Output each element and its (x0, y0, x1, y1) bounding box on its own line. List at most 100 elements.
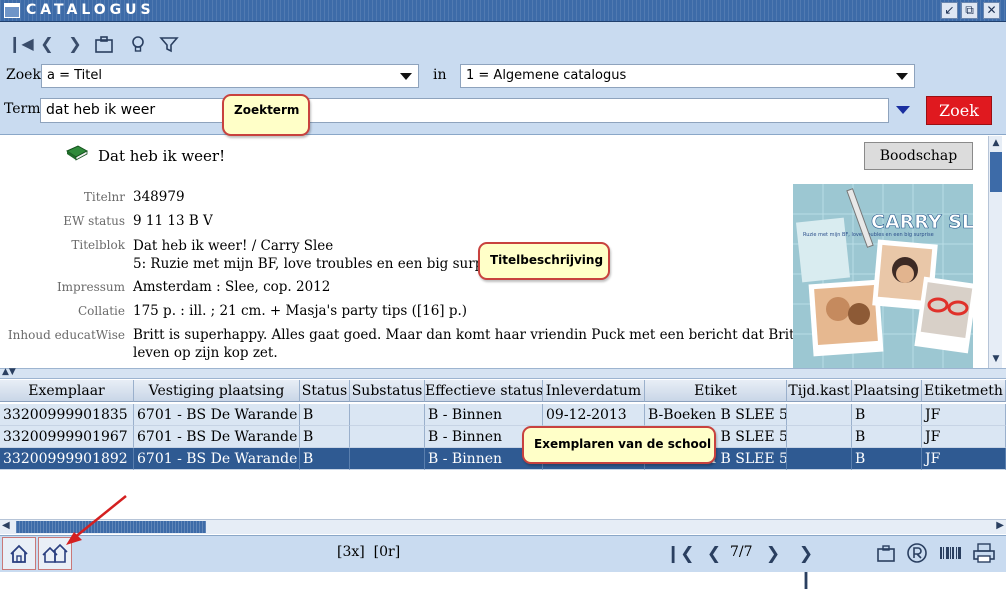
cell-tijd-kast (787, 448, 852, 470)
cell-status: B (300, 448, 350, 470)
previous-icon[interactable]: ❮ (36, 33, 58, 55)
field-value-titelblok: Dat heb ik weer! / Carry Slee (133, 238, 334, 254)
clipboard-icon[interactable] (873, 541, 899, 567)
in-label: in (433, 67, 447, 83)
previous-page-icon[interactable]: ❮ (701, 541, 727, 567)
next-icon[interactable]: ❯ (64, 33, 86, 55)
table-row[interactable]: 33200999901835 6701 - BS De Warande B B … (0, 404, 1006, 426)
lightbulb-icon[interactable] (127, 33, 149, 55)
field-label-collatie: Collatie (78, 304, 125, 318)
cell-tijd-kast (787, 404, 852, 426)
field-value-inhoud-line2: leven op zijn kop zet. (133, 345, 278, 361)
scroll-down-icon[interactable]: ▼ (991, 354, 1001, 364)
cell-plaatsing: B (852, 448, 922, 470)
cell-vestiging: 6701 - BS De Warande (134, 448, 300, 470)
cell-effectieve-status: B - Binnen (425, 404, 543, 426)
cell-etiketmeth: JF (922, 426, 1006, 448)
cell-inleverdatum: 09-12-2013 (543, 404, 645, 426)
cell-tijd-kast (787, 426, 852, 448)
field-label-impressum: Impressum (56, 280, 125, 294)
cell-status: B (300, 426, 350, 448)
column-header[interactable]: Vestiging plaatsing (134, 380, 300, 402)
clipboard-icon[interactable] (93, 33, 115, 55)
reservation-icon[interactable] (904, 541, 930, 567)
table-row-selected[interactable]: 33200999901892 6701 - BS De Warande B B … (0, 448, 1006, 470)
cell-vestiging: 6701 - BS De Warande (134, 404, 300, 426)
barcode-icon[interactable] (938, 541, 964, 567)
cell-exemplaar: 33200999901835 (0, 404, 134, 426)
field-value-inhoud: Britt is superhappy. Alles gaat goed. Ma… (133, 327, 841, 343)
catalogus-select[interactable]: 1 = Algemene catalogus (460, 64, 915, 88)
scroll-left-icon[interactable]: ◀ (2, 520, 10, 531)
field-label-ew-status: EW status (63, 214, 125, 228)
chevron-down-icon (400, 73, 412, 80)
term-input[interactable]: dat heb ik weer (40, 98, 889, 123)
callout-titelbeschrijving: Titelbeschrijving (478, 242, 610, 280)
column-header[interactable]: Status (300, 380, 350, 402)
cell-plaatsing: B (852, 404, 922, 426)
first-page-icon[interactable]: ❙❮ (666, 541, 695, 567)
cell-etiket: B-Boeken B SLEE 5 (645, 404, 787, 426)
field-value-impressum: Amsterdam : Slee, cop. 2012 (133, 279, 331, 295)
zoek-button[interactable]: Zoek (926, 96, 992, 125)
cell-plaatsing: B (852, 426, 922, 448)
first-record-icon[interactable]: ❙◀ (8, 33, 34, 55)
field-value-titelnr: 348979 (133, 189, 185, 205)
boodschap-button[interactable]: Boodschap (864, 142, 973, 170)
field-label-titelblok: Titelblok (71, 238, 125, 252)
column-header[interactable]: Etiket (645, 380, 787, 402)
zoek-label: Zoek (6, 67, 41, 83)
cell-etiketmeth: JF (922, 448, 1006, 470)
book-title: Dat heb ik weer! (98, 147, 226, 165)
status-bar (0, 535, 1006, 572)
column-header[interactable]: Exemplaar (0, 380, 134, 402)
term-label: Term (4, 101, 41, 117)
column-header[interactable]: Inleverdatum (543, 380, 645, 402)
column-header[interactable]: Tijd.kast (787, 380, 852, 402)
app-window-icon (4, 3, 20, 18)
filter-icon[interactable] (158, 33, 180, 55)
column-header[interactable]: Substatus (350, 380, 425, 402)
annotation-arrow (66, 495, 127, 545)
zoek-field-select[interactable]: a = Titel (41, 64, 419, 88)
pager-position: 7/7 (730, 544, 753, 560)
printer-icon[interactable] (971, 541, 997, 567)
close-icon[interactable]: ✕ (983, 2, 1000, 19)
zoek-field-value: a = Titel (47, 68, 102, 83)
home-school-button[interactable] (2, 537, 36, 570)
table-header-row: Exemplaar Vestiging plaatsing Status Sub… (0, 380, 1006, 402)
field-label-titelnr: Titelnr (83, 190, 125, 204)
cell-substatus (350, 426, 425, 448)
catalogus-value: 1 = Algemene catalogus (466, 68, 627, 83)
detail-scroll-thumb[interactable] (990, 152, 1002, 192)
cover-author: CARRY SLEE (871, 211, 973, 233)
field-label-inhoud: Inhoud educatWise (7, 328, 125, 342)
next-page-icon[interactable]: ❯ (760, 541, 786, 567)
column-header[interactable]: Etiketmeth (922, 380, 1006, 402)
cell-substatus (350, 448, 425, 470)
column-header[interactable]: Effectieve status (425, 380, 543, 402)
book-icon (66, 145, 88, 161)
restore-icon[interactable]: ⧉ (961, 2, 978, 19)
chevron-down-icon (896, 73, 908, 80)
window-title: CATALOGUS (26, 2, 155, 18)
record-counts: [3x] [0r] (337, 544, 401, 560)
pane-splitter[interactable]: ▲▼ (0, 367, 1006, 379)
cell-etiketmeth: JF (922, 404, 1006, 426)
last-page-icon[interactable]: ❯❙ (793, 541, 819, 590)
minimize-icon[interactable]: ↙ (941, 2, 958, 19)
splitter-arrows-icon[interactable]: ▲▼ (2, 367, 16, 377)
cell-exemplaar: 33200999901892 (0, 448, 134, 470)
callout-zoekterm: Zoekterm (222, 94, 310, 136)
scroll-right-icon[interactable]: ▶ (996, 520, 1004, 531)
scroll-up-icon[interactable]: ▲ (991, 138, 1001, 148)
table-row[interactable]: 33200999901967 6701 - BS De Warande B B … (0, 426, 1006, 448)
detail-scrollbar[interactable]: ▲ ▼ (988, 136, 1002, 368)
callout-exemplaren: Exemplaren van de school (522, 426, 716, 464)
field-value-titelblok-line2: 5: Ruzie met mijn BF, love troubles en e… (133, 256, 510, 272)
book-cover-image: Ruzie met mijn BF, love troubles en een … (793, 184, 973, 368)
term-history-dropdown-icon[interactable] (896, 106, 910, 114)
cell-substatus (350, 404, 425, 426)
column-header[interactable]: Plaatsing (852, 380, 922, 402)
field-value-ew-status: 9 11 13 B V (133, 213, 213, 229)
